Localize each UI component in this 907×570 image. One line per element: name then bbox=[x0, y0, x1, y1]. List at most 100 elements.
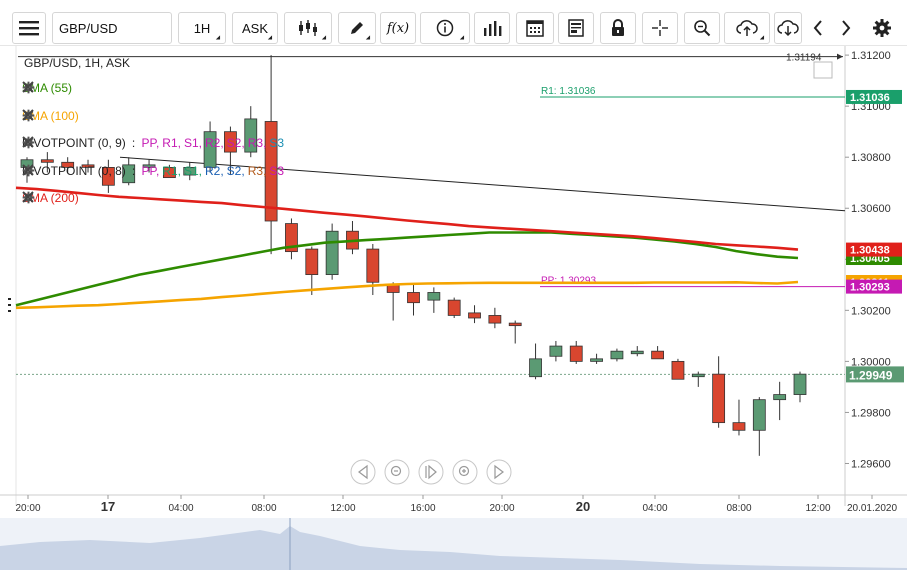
info-button[interactable] bbox=[420, 12, 470, 44]
chevron-right-icon bbox=[842, 20, 851, 36]
legend-pivot-2: PIVOTPOINT (0, 8) : PP, R1, S1, R2, S2, R3, S3 bbox=[22, 164, 303, 178]
interval-select[interactable]: 1H bbox=[178, 12, 226, 44]
pp-label: PP: 1.30293 bbox=[541, 276, 596, 287]
dropdown-caret-icon bbox=[321, 35, 329, 42]
pivot1-level: R1, bbox=[162, 136, 181, 150]
lock-button[interactable] bbox=[600, 12, 636, 44]
nav-forward-button bbox=[486, 459, 512, 485]
zoom-in-button bbox=[452, 459, 478, 485]
info-icon bbox=[436, 19, 454, 37]
candle-body bbox=[732, 422, 746, 431]
time-axis-label: 04:00 bbox=[168, 503, 193, 514]
r1-price-badge: 1.31036 bbox=[850, 92, 890, 104]
hamburger-icon bbox=[19, 21, 39, 36]
indicators-button[interactable]: f(x) bbox=[380, 12, 416, 44]
crosshair-icon bbox=[652, 20, 668, 36]
drag-handle-icon bbox=[8, 298, 11, 300]
lock-icon bbox=[612, 19, 624, 36]
dropdown-caret-icon bbox=[267, 35, 275, 42]
function-icon: f(x) bbox=[386, 20, 410, 36]
sma200-line bbox=[15, 186, 799, 251]
legend-sma200: SMA (200) bbox=[22, 191, 95, 205]
candle-body bbox=[305, 248, 319, 276]
legend-sma55: SMA (55) bbox=[22, 81, 88, 95]
pivot1-level: R2, bbox=[204, 136, 224, 150]
chart-canvas[interactable]: 1.312001.310001.308001.306001.304001.302… bbox=[0, 46, 907, 570]
dropdown-caret-icon bbox=[459, 35, 467, 42]
candle-body bbox=[447, 299, 461, 316]
pivot2-level: S1, bbox=[183, 164, 202, 178]
pencil-icon bbox=[351, 22, 363, 34]
candle-body bbox=[712, 373, 726, 424]
sma200-price-badge: 1.30438 bbox=[850, 245, 890, 257]
symbol-label: GBP/USD bbox=[59, 20, 118, 36]
pivot1-level: PP, bbox=[141, 136, 160, 150]
candle-body bbox=[630, 350, 644, 355]
time-axis-label: 20:00 bbox=[489, 503, 514, 514]
time-axis-label: 16:00 bbox=[410, 503, 435, 514]
candlestick-icon bbox=[299, 20, 317, 36]
close-icon bbox=[22, 136, 34, 148]
pivot2-level: S3 bbox=[269, 164, 285, 178]
close-icon bbox=[22, 191, 34, 203]
candle-body bbox=[325, 230, 339, 276]
price-chart[interactable]: 1.312001.310001.308001.306001.304001.302… bbox=[0, 46, 907, 570]
candle-body bbox=[366, 248, 380, 283]
interval-label: 1H bbox=[193, 20, 211, 36]
symbol-select[interactable]: GBP/USD bbox=[52, 12, 172, 44]
dropdown-caret-icon bbox=[365, 35, 373, 42]
pivot2-level: S2, bbox=[226, 164, 245, 178]
price-tick-label: 1.31200 bbox=[851, 50, 891, 62]
report-button[interactable] bbox=[558, 12, 594, 44]
scroll-left-button[interactable] bbox=[804, 12, 832, 44]
candle-body bbox=[590, 358, 603, 362]
price-tick-label: 1.29800 bbox=[851, 407, 891, 419]
legend-pivot1-label: PIVOTPOINT (0, 9) bbox=[22, 136, 126, 150]
pivot1-prefix: : bbox=[131, 136, 139, 150]
download-button[interactable] bbox=[774, 12, 802, 44]
sma100-line bbox=[15, 280, 799, 310]
settings-button[interactable] bbox=[866, 12, 898, 44]
time-axis-label: 08:00 bbox=[251, 503, 276, 514]
upload-button[interactable] bbox=[724, 12, 770, 44]
close-icon bbox=[22, 81, 34, 93]
pivot1-level: S1, bbox=[183, 136, 202, 150]
document-icon bbox=[568, 19, 584, 37]
zoom-button[interactable] bbox=[684, 12, 720, 44]
pivot2-prefix: : bbox=[131, 164, 139, 178]
pivot1-level: S3 bbox=[269, 136, 285, 150]
candle-body bbox=[468, 312, 481, 319]
pivot1-levels: : PP, R1, S1, R2, S2, R3, S3 bbox=[132, 136, 287, 150]
draw-tool-button[interactable] bbox=[338, 12, 376, 44]
candle-body bbox=[407, 292, 420, 304]
candle-body bbox=[691, 373, 705, 378]
calendar-icon bbox=[526, 20, 544, 37]
nav-back-button bbox=[350, 459, 376, 485]
drag-handle-icon bbox=[8, 304, 11, 306]
gear-icon bbox=[873, 19, 891, 37]
candle-body bbox=[651, 350, 665, 360]
pivot1-level: R3, bbox=[247, 136, 267, 150]
cloud-download-icon bbox=[777, 20, 799, 37]
candle-body bbox=[488, 315, 502, 324]
candle-body bbox=[610, 350, 624, 360]
candle-body bbox=[752, 399, 766, 431]
price-tick-label: 1.30800 bbox=[851, 152, 891, 164]
crosshair-button[interactable] bbox=[642, 12, 678, 44]
price-tick-label: 1.30600 bbox=[851, 203, 891, 215]
menu-button[interactable] bbox=[12, 12, 46, 44]
sma55-line bbox=[15, 231, 799, 307]
chart-type-button[interactable] bbox=[284, 12, 332, 44]
close-icon bbox=[22, 164, 34, 176]
price-type-select[interactable]: ASK bbox=[232, 12, 278, 44]
pivot2-levels: : PP, R1, S1, R2, S2, R3, S3 bbox=[132, 164, 287, 178]
cloud-upload-icon bbox=[736, 20, 758, 36]
candle-body bbox=[671, 360, 685, 380]
volume-button[interactable] bbox=[474, 12, 510, 44]
scroll-right-button[interactable] bbox=[832, 12, 860, 44]
maximize-icon bbox=[813, 61, 833, 79]
time-axis-label: 12:00 bbox=[805, 503, 830, 514]
calendar-button[interactable] bbox=[516, 12, 554, 44]
time-axis-label: 08:00 bbox=[726, 503, 751, 514]
candle-body bbox=[40, 159, 54, 163]
